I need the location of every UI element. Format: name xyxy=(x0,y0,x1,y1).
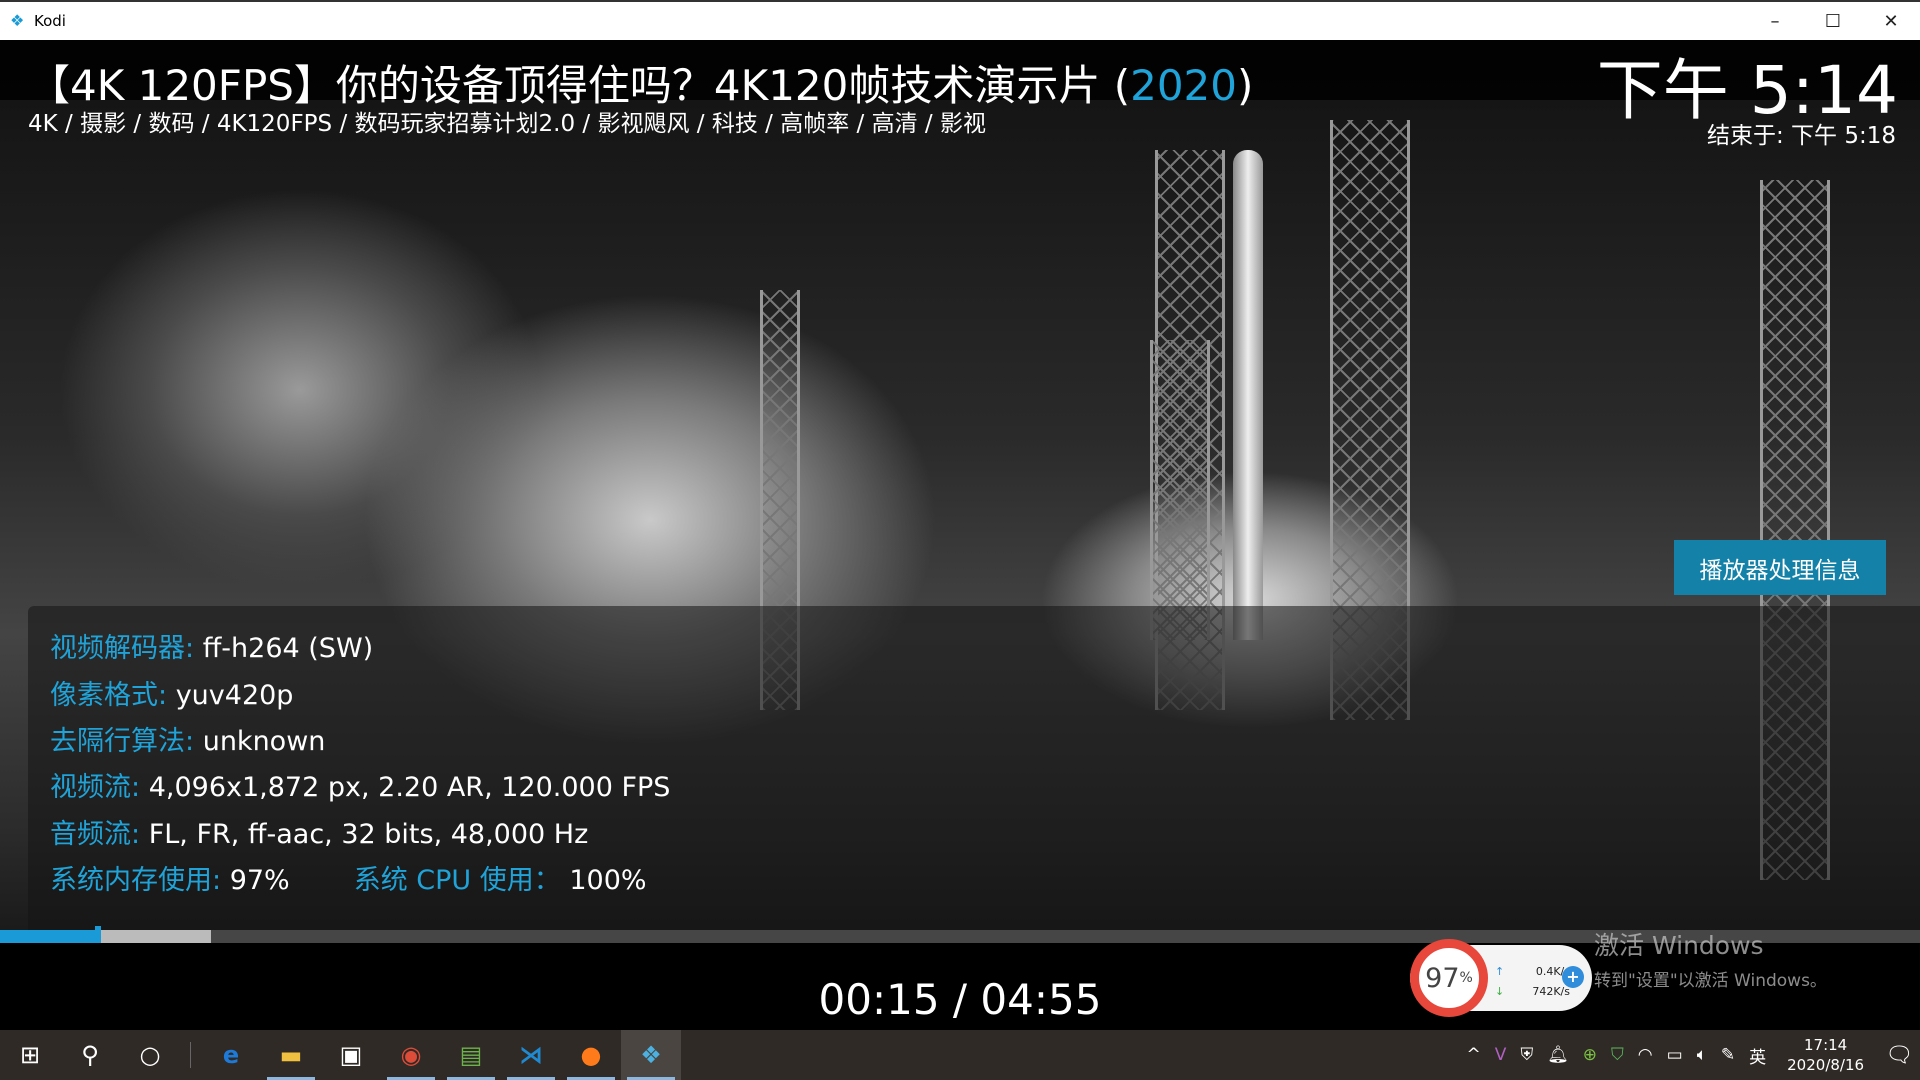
vscode-icon: ⋊ xyxy=(519,1041,543,1069)
store-icon: ▣ xyxy=(339,1041,363,1069)
value: 97% xyxy=(229,865,290,896)
pixel-format-row: 像素格式: yuv420p xyxy=(50,673,293,712)
chevron-up-icon[interactable]: ^ xyxy=(1467,1045,1481,1065)
edge-icon: e xyxy=(222,1041,240,1069)
played-bar xyxy=(0,930,98,943)
value: FL, FR, ff-aac, 32 bits, 48,000 Hz xyxy=(148,819,589,850)
label: 系统内存使用: xyxy=(50,865,222,896)
arrow-up-icon: ↑ xyxy=(1495,965,1505,978)
windows-icon: ⊞ xyxy=(19,1041,41,1069)
clock-time: 17:14 xyxy=(1803,1036,1848,1054)
window-title: Kodi xyxy=(34,12,66,30)
chrome-icon: ◉ xyxy=(400,1041,422,1069)
activate-windows-watermark: 激活 Windows 转到"设置"以激活 Windows。 xyxy=(1594,926,1827,991)
taskbar-chrome[interactable]: ◉ xyxy=(381,1030,441,1080)
end-time: 结束于: 下午 5:18 xyxy=(1706,123,1896,149)
download-speed: ↓ 742K/s xyxy=(1495,985,1570,998)
kodi-logo-icon: ❖ xyxy=(10,11,25,30)
bell-icon[interactable]: 🔔︎ xyxy=(1547,1045,1569,1065)
download-value: 742K/s xyxy=(1532,985,1570,998)
taskbar: ⊞ ⚲ ○ e ▬ ▣ ◉ ▤ ⋊ ● ❖ ^ V ⛨ 🔔︎ ⊕ ⛉ ◠ ▭ 🔈… xyxy=(0,1030,1920,1080)
value: 100% xyxy=(569,865,647,896)
title-close: ) xyxy=(1236,61,1254,110)
process-info-panel: 视频解码器: ff-h264 (SW) 像素格式: yuv420p 去隔行算法:… xyxy=(28,606,1920,930)
taskbar-edge[interactable]: e xyxy=(201,1030,261,1080)
taskbar-kodi[interactable]: ❖ xyxy=(621,1030,681,1080)
title-year: 2020 xyxy=(1130,61,1237,110)
value: yuv420p xyxy=(175,680,294,711)
deinterlace-row: 去隔行算法: unknown xyxy=(50,719,325,758)
taskbar-file-explorer[interactable]: ▬ xyxy=(261,1030,321,1080)
taskbar-firefox[interactable]: ● xyxy=(561,1030,621,1080)
maximize-button[interactable]: ☐ xyxy=(1804,11,1862,32)
close-button[interactable]: ✕ xyxy=(1862,11,1920,32)
taskbar-store[interactable]: ▣ xyxy=(321,1030,381,1080)
memory-gauge: 97% xyxy=(1410,939,1488,1017)
media-tags: 4K / 摄影 / 数码 / 4K120FPS / 数码玩家招募计划2.0 / … xyxy=(28,111,986,137)
value: 4,096x1,872 px, 2.20 AR, 120.000 FPS xyxy=(148,772,671,803)
clock-date: 2020/8/16 xyxy=(1787,1056,1865,1074)
minimize-button[interactable]: – xyxy=(1746,11,1804,32)
player-process-info-button[interactable]: 播放器处理信息 xyxy=(1674,540,1886,595)
label: 像素格式: xyxy=(50,680,168,711)
watermark-line2: 转到"设置"以激活 Windows。 xyxy=(1594,971,1827,991)
security-app-icon[interactable]: ⊕ xyxy=(1583,1045,1597,1065)
system-usage-row: 系统内存使用: 97% 系统 CPU 使用： 100% xyxy=(50,858,647,897)
taskbar-clock[interactable]: 17:14 2020/8/16 xyxy=(1787,1035,1864,1075)
label: 去隔行算法: xyxy=(50,726,195,757)
memory-value: 97 xyxy=(1425,962,1460,994)
label: 音频流: xyxy=(50,819,141,850)
rocket xyxy=(1233,150,1263,640)
value: unknown xyxy=(202,726,326,757)
kodi-icon: ❖ xyxy=(640,1041,662,1069)
shield-icon[interactable]: ⛉ xyxy=(1611,1045,1624,1065)
label: 视频解码器: xyxy=(50,633,195,664)
launch-tower xyxy=(1150,340,1210,640)
memory-unit: % xyxy=(1459,970,1473,986)
firefox-icon: ● xyxy=(580,1041,602,1069)
decoder-row: 视频解码器: ff-h264 (SW) xyxy=(50,626,373,665)
notepad-icon: ▤ xyxy=(459,1041,483,1069)
folder-icon: ▬ xyxy=(279,1041,303,1069)
plus-icon[interactable]: + xyxy=(1562,966,1584,988)
system-tray: ^ V ⛨ 🔔︎ ⊕ ⛉ ◠ ▭ 🔈︎ ✎ 英 17:14 2020/8/16 🗨… xyxy=(1460,1035,1920,1075)
label: 视频流: xyxy=(50,772,141,803)
arrow-down-icon: ↓ xyxy=(1495,985,1505,998)
wifi-icon[interactable]: ◠ xyxy=(1638,1045,1653,1065)
video-stream-row: 视频流: 4,096x1,872 px, 2.20 AR, 120.000 FP… xyxy=(50,765,670,804)
value: ff-h264 (SW) xyxy=(202,633,374,664)
title-text: 【4K 120FPS】你的设备顶得住吗？4K120帧技术演示片 ( xyxy=(28,61,1131,110)
label: 系统 CPU 使用： xyxy=(353,865,561,896)
audio-stream-row: 音频流: FL, FR, ff-aac, 32 bits, 48,000 Hz xyxy=(50,812,588,851)
window-titlebar: ❖ Kodi – ☐ ✕ xyxy=(0,0,1920,40)
ime-indicator[interactable]: 英 xyxy=(1749,1043,1766,1068)
search-button[interactable]: ⚲ xyxy=(60,1030,120,1080)
volume-icon[interactable]: 🔈︎ xyxy=(1697,1045,1707,1065)
taskbar-vscode[interactable]: ⋊ xyxy=(501,1030,561,1080)
taskbar-notepad[interactable]: ▤ xyxy=(441,1030,501,1080)
cortana-button[interactable]: ○ xyxy=(120,1030,180,1080)
notification-icon[interactable]: 🗨︎ xyxy=(1885,1043,1913,1068)
pen-icon[interactable]: ✎ xyxy=(1721,1045,1735,1065)
battery-icon[interactable]: ▭ xyxy=(1667,1045,1683,1065)
cortana-icon: ○ xyxy=(139,1041,161,1069)
watermark-line1: 激活 Windows xyxy=(1594,931,1764,960)
defender-shield-icon[interactable]: ⛨ xyxy=(1520,1045,1533,1065)
upload-speed: ↑ 0.4K/s xyxy=(1495,965,1570,978)
search-icon: ⚲ xyxy=(81,1041,99,1069)
start-button[interactable]: ⊞ xyxy=(0,1030,60,1080)
network-monitor-widget[interactable]: 97% ↑ 0.4K/s ↓ 742K/s + xyxy=(1410,939,1592,1017)
divider xyxy=(190,1042,191,1068)
v-app-icon[interactable]: V xyxy=(1495,1045,1507,1065)
